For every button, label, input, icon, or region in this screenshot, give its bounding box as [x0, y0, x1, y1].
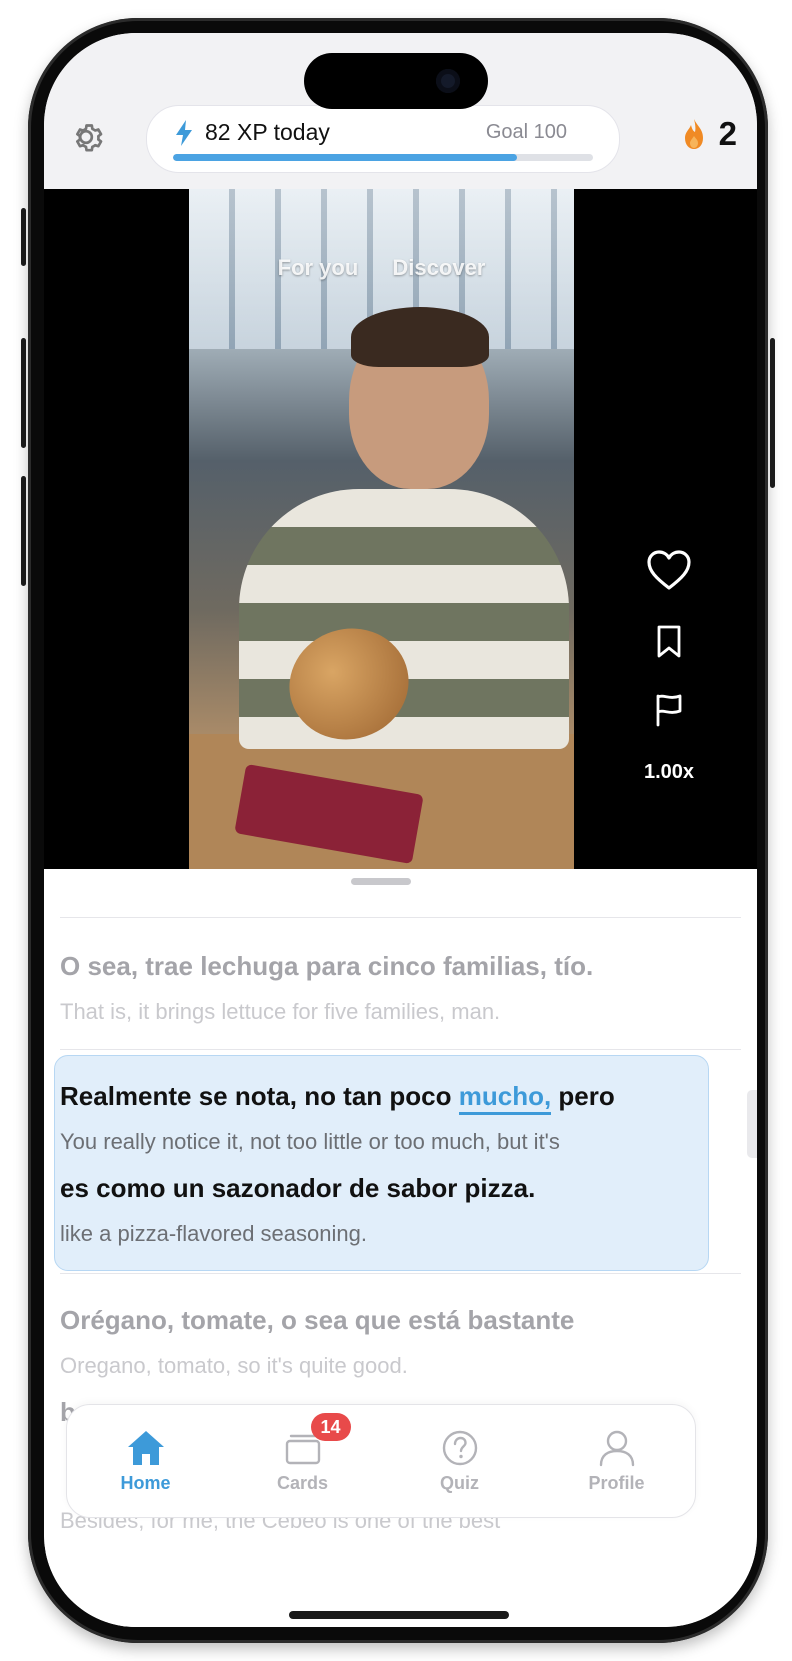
volume-up-button: [21, 338, 26, 448]
mute-switch: [21, 208, 26, 266]
video-frame[interactable]: For you Discover: [189, 189, 574, 869]
highlighted-word[interactable]: mucho,: [458, 1081, 552, 1115]
transcript-line-spanish[interactable]: O sea, trae lechuga para cinco familias,…: [60, 951, 743, 982]
flag-icon[interactable]: [654, 693, 684, 727]
gear-icon[interactable]: [66, 117, 106, 157]
video-actions: 1.00x: [639, 549, 699, 784]
profile-icon: [599, 1430, 634, 1466]
tab-discover[interactable]: Discover: [392, 255, 485, 280]
divider: [60, 1273, 741, 1274]
xp-progress-fill: [173, 154, 518, 161]
streak-count: 2: [718, 115, 737, 152]
playback-speed-button[interactable]: 1.00x: [639, 761, 699, 784]
bookmark-icon[interactable]: [656, 625, 682, 659]
tab-label: Quiz: [440, 1472, 479, 1493]
tab-for-you[interactable]: For you: [278, 255, 359, 280]
video-player[interactable]: For you Discover 1.00x: [44, 189, 757, 869]
divider: [60, 1049, 741, 1050]
cards-count-badge: 14: [310, 1412, 351, 1441]
xp-progress-bar: [173, 154, 593, 161]
tab-label: Profile: [588, 1472, 645, 1493]
home-indicator[interactable]: [289, 1611, 509, 1619]
spanish-text: pero: [551, 1081, 615, 1111]
heart-icon[interactable]: [646, 549, 692, 591]
person-shirt: [239, 489, 569, 749]
active-line-translation: You really notice it, not too little or …: [60, 1129, 560, 1154]
divider: [60, 917, 741, 918]
dynamic-island: [304, 53, 488, 109]
feed-tabs: For you Discover: [189, 255, 574, 281]
active-line-spanish-2[interactable]: es como un sazonador de sabor pizza.: [60, 1173, 743, 1204]
person-hair: [351, 307, 489, 367]
scroll-indicator[interactable]: [747, 1090, 757, 1158]
quiz-icon: [442, 1430, 477, 1465]
active-line-spanish[interactable]: Realmente se nota, no tan poco mucho, pe…: [60, 1081, 743, 1115]
tab-cards[interactable]: 14 Cards: [243, 1412, 363, 1494]
home-icon: [127, 1430, 164, 1465]
camera-icon: [436, 69, 460, 93]
spanish-text: Realmente se nota, no tan poco: [60, 1081, 459, 1111]
tab-label: Home: [120, 1472, 171, 1493]
bottom-tab-bar: Home 14 Cards Quiz Profile: [66, 1404, 696, 1518]
tab-profile[interactable]: Profile: [557, 1429, 677, 1494]
streak-counter[interactable]: 2: [683, 115, 737, 153]
transcript-line-spanish[interactable]: Orégano, tomate, o sea que está bastante: [60, 1305, 743, 1336]
power-button: [770, 338, 775, 488]
transcript-line-translation: That is, it brings lettuce for five fami…: [60, 999, 501, 1024]
sheet-handle[interactable]: [351, 878, 411, 885]
active-line-translation-2: like a pizza-flavored seasoning.: [60, 1221, 367, 1246]
tab-label: Cards: [276, 1472, 329, 1493]
flame-icon: [684, 119, 703, 149]
xp-progress-pill[interactable]: 82 XP today Goal 100: [146, 105, 620, 173]
volume-down-button: [21, 476, 26, 586]
lightning-icon: [176, 120, 192, 146]
tab-home[interactable]: Home: [86, 1429, 206, 1494]
transcript-line-translation: Oregano, tomato, so it's quite good.: [60, 1353, 408, 1378]
app-screen: 82 XP today Goal 100 2 For you Discover …: [44, 33, 757, 1627]
tab-quiz[interactable]: Quiz: [400, 1429, 520, 1494]
xp-goal-text: Goal 100: [485, 121, 567, 143]
xp-today-text: 82 XP today: [205, 119, 330, 145]
